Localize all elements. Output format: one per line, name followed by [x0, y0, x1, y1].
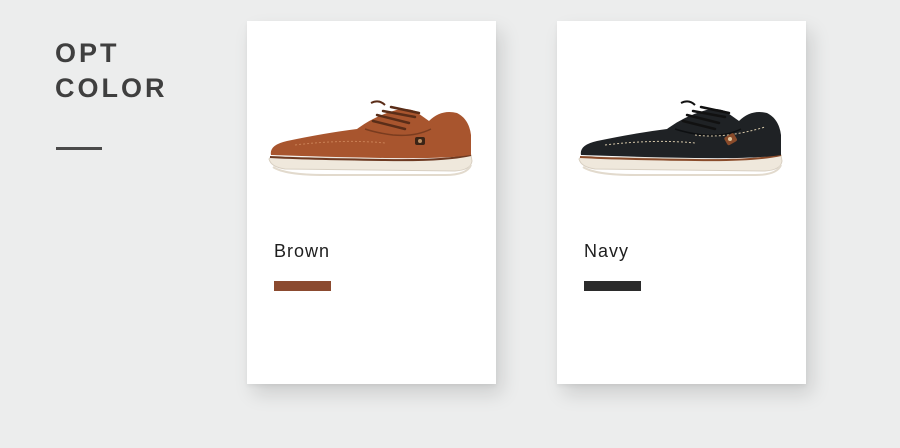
color-option-card-navy[interactable]: Navy [557, 21, 806, 384]
navy-shoe-icon [578, 100, 783, 176]
title-divider [56, 147, 102, 150]
page-title: OPT COLOR [55, 36, 168, 106]
color-option-label: Brown [274, 241, 331, 261]
color-option-card-brown[interactable]: Brown [247, 21, 496, 384]
brown-shoe-upper [270, 109, 471, 159]
title-line-color: COLOR [55, 73, 168, 103]
brown-shoe-icon [268, 100, 473, 176]
navy-shoe-upper [580, 109, 781, 159]
color-swatch-navy [584, 281, 641, 291]
color-option-label: Navy [584, 241, 630, 261]
title-line-opt: OPT [55, 38, 120, 68]
color-swatch-brown [274, 281, 331, 291]
